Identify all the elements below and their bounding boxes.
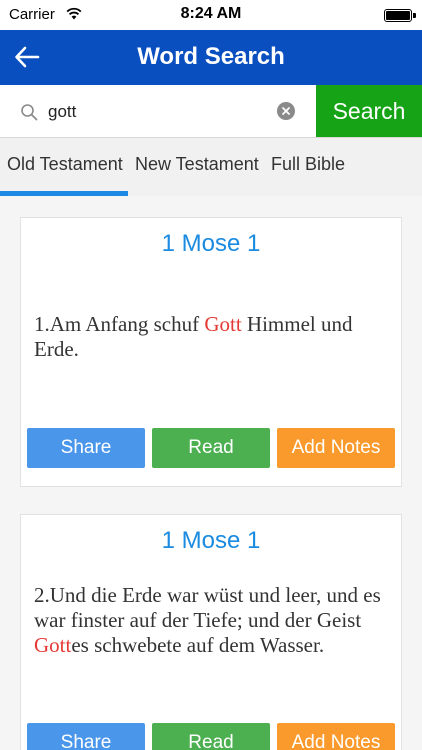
tab-full-bible[interactable]: Full Bible: [271, 154, 345, 175]
verse-text-part: 2.Und die Erde war wüst und leer, und es…: [34, 583, 381, 632]
search-button[interactable]: Search: [316, 85, 422, 137]
search-match: Gott: [204, 312, 242, 336]
verse-text: 1.Am Anfang schuf Gott Himmel und Erde.: [34, 312, 390, 362]
page-title: Word Search: [137, 43, 285, 70]
search-input[interactable]: [48, 97, 268, 127]
share-button[interactable]: Share: [27, 723, 145, 750]
add-notes-button[interactable]: Add Notes: [277, 723, 395, 750]
read-button[interactable]: Read: [152, 428, 270, 468]
verse-reference: 1 Mose 1: [161, 230, 261, 257]
tab-old-testament[interactable]: Old Testament: [7, 154, 123, 175]
card-actions: Share Read Add Notes: [27, 428, 397, 468]
battery-icon: [384, 9, 416, 22]
testament-tabs: Old Testament New Testament Full Bible: [0, 138, 422, 196]
verse-text-part: es schwebete auf dem Wasser.: [71, 633, 325, 657]
share-button[interactable]: Share: [27, 428, 145, 468]
search-match: Gott: [34, 633, 72, 657]
read-button[interactable]: Read: [152, 723, 270, 750]
status-bar: Carrier 8:24 AM: [0, 0, 422, 30]
close-icon: [282, 107, 290, 115]
tab-new-testament[interactable]: New Testament: [135, 154, 259, 175]
app-header: Word Search: [0, 30, 422, 85]
result-card: 1 Mose 1 2.Und die Erde war wüst und lee…: [20, 514, 402, 750]
status-time: 8:24 AM: [180, 5, 242, 22]
result-card: 1 Mose 1 1.Am Anfang schuf Gott Himmel u…: [20, 217, 402, 487]
verse-text: 2.Und die Erde war wüst und leer, und es…: [34, 583, 390, 658]
results-list[interactable]: 1 Mose 1 1.Am Anfang schuf Gott Himmel u…: [0, 196, 422, 750]
card-actions: Share Read Add Notes: [27, 723, 397, 750]
verse-reference: 1 Mose 1: [161, 527, 261, 554]
verse-text-part: 1.Am Anfang schuf: [34, 312, 205, 336]
search-icon: [21, 104, 38, 121]
clear-search-icon[interactable]: [277, 102, 295, 120]
add-notes-button[interactable]: Add Notes: [277, 428, 395, 468]
